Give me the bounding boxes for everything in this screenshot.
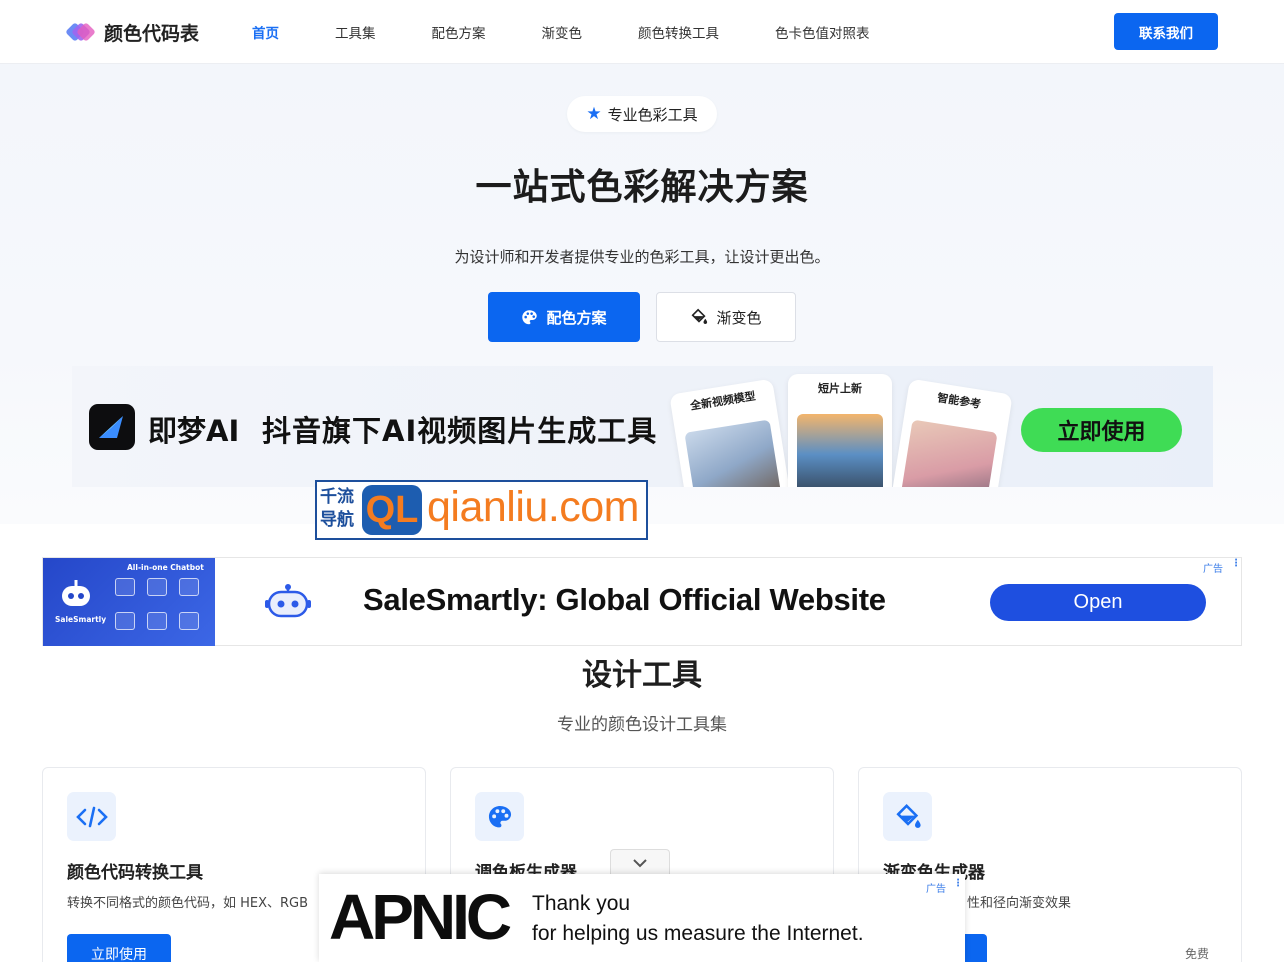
palette-icon <box>475 792 524 841</box>
top-nav: 颜色代码表 首页 工具集 配色方案 渐变色 颜色转换工具 色卡色值对照表 联系我… <box>0 0 1284 64</box>
jimeng-brand: 即梦AI <box>148 414 240 448</box>
nav-link-tools[interactable]: 工具集 <box>335 22 376 42</box>
tool-card-desc: 性和径向渐变效果 <box>967 896 1072 911</box>
free-badge: 免费 <box>1185 947 1210 961</box>
paint-bucket-icon <box>883 792 932 841</box>
ad-label: 广告 <box>926 884 946 895</box>
contact-button[interactable]: 联系我们 <box>1114 13 1218 50</box>
banner-card-image <box>684 419 782 487</box>
chevron-down-icon <box>633 859 647 868</box>
nav-link-color-chart[interactable]: 色卡色值对照表 <box>775 22 870 42</box>
qianliu-banner[interactable]: 千流 导航 QL qianliu.com <box>315 480 648 540</box>
banner-card-image <box>797 414 883 487</box>
salesmartly-robot-icon <box>265 584 311 618</box>
site-logo[interactable]: 颜色代码表 <box>65 18 200 46</box>
gradient-button[interactable]: 渐变色 <box>656 292 796 342</box>
ad-thumb-title: All-in-one Chatbot <box>127 563 204 572</box>
nav-link-gradients[interactable]: 渐变色 <box>542 22 583 42</box>
tools-section-title: 设计工具 <box>582 658 702 693</box>
nav-links: 首页 工具集 配色方案 渐变色 颜色转换工具 色卡色值对照表 <box>252 0 926 64</box>
hero-subtitle: 为设计师和开发者提供专业的色彩工具，让设计更出色。 <box>454 248 830 266</box>
hero-pill: ★ 专业色彩工具 <box>567 96 717 132</box>
code-icon <box>67 792 116 841</box>
tool-card-title: 颜色代码转换工具 <box>67 863 203 883</box>
feature-icon <box>115 612 135 630</box>
salesmartly-title: SaleSmartly: Global Official Website <box>363 582 886 617</box>
ad-options-icon[interactable]: ⋮ <box>953 878 963 889</box>
nav-link-palettes[interactable]: 配色方案 <box>432 22 486 42</box>
color-schemes-label: 配色方案 <box>546 308 607 327</box>
paint-bucket-icon <box>692 308 708 325</box>
apnic-line1: Thank you <box>532 892 631 915</box>
ad-thumb-brand: SaleSmartly <box>55 615 107 624</box>
banner-card-title: 短片上新 <box>818 382 862 395</box>
use-now-button[interactable]: 立即使用 <box>67 934 171 962</box>
color-schemes-button[interactable]: 配色方案 <box>488 292 640 342</box>
feature-icon <box>115 578 135 596</box>
hero-pill-label: 专业色彩工具 <box>607 105 698 124</box>
feature-icon <box>179 578 199 596</box>
palette-icon <box>522 309 538 324</box>
tool-card-desc: 转换不同格式的颜色代码，如 HEX、RGB <box>67 896 309 911</box>
banner-card-title: 全新视频模型 <box>689 389 757 413</box>
banner-card-reference: 智能参考 <box>891 378 1013 487</box>
feature-icon <box>179 612 199 630</box>
jimeng-logo-icon <box>89 404 135 450</box>
robot-icon <box>62 580 90 606</box>
qianliu-url: qianliu.com <box>427 483 640 531</box>
banner-card-video: 全新视频模型 <box>669 378 791 487</box>
jimeng-desc: 抖音旗下AI视频图片生成工具 <box>262 414 658 448</box>
banner-card-title: 智能参考 <box>936 391 982 411</box>
banner-card-image <box>900 419 998 487</box>
banner-card-short: 短片上新 <box>788 374 892 487</box>
ad-options-icon[interactable]: ⋮ <box>1231 558 1241 569</box>
qianliu-cn-line1: 千流 <box>320 487 354 507</box>
qianliu-cn-text: 千流 导航 <box>320 486 362 532</box>
apnic-line2: for helping us measure the Internet. <box>532 922 864 945</box>
apnic-ad[interactable]: APNIC Thank you for helping us measure t… <box>319 874 965 962</box>
nav-link-home[interactable]: 首页 <box>252 22 279 42</box>
qianliu-cn-line2: 导航 <box>320 510 354 530</box>
feature-icon <box>147 578 167 596</box>
ad-collapse-button[interactable] <box>610 849 670 876</box>
jimeng-cta-button[interactable]: 立即使用 <box>1021 408 1182 452</box>
jimeng-ad-banner[interactable]: 即梦AI 抖音旗下AI视频图片生成工具 全新视频模型 短片上新 智能参考 立即使… <box>72 366 1213 487</box>
ad-label: 广告 <box>1203 564 1223 575</box>
hero-title: 一站式色彩解决方案 <box>475 167 809 208</box>
salesmartly-thumbnail: All-in-one Chatbot SaleSmartly <box>43 558 215 646</box>
apnic-logo: APNIC <box>329 881 512 953</box>
qianliu-badge: QL <box>362 485 422 535</box>
salesmartly-open-button[interactable]: Open <box>990 584 1206 621</box>
salesmartly-ad[interactable]: All-in-one Chatbot SaleSmartly SaleSmart… <box>42 557 1242 646</box>
feature-icon <box>147 612 167 630</box>
logo-text: 颜色代码表 <box>104 22 200 45</box>
gradient-label: 渐变色 <box>716 308 762 327</box>
logo-icon <box>65 18 96 46</box>
star-icon: ★ <box>586 104 602 124</box>
nav-link-converter[interactable]: 颜色转换工具 <box>638 22 719 42</box>
tools-section-subtitle: 专业的颜色设计工具集 <box>557 715 727 735</box>
